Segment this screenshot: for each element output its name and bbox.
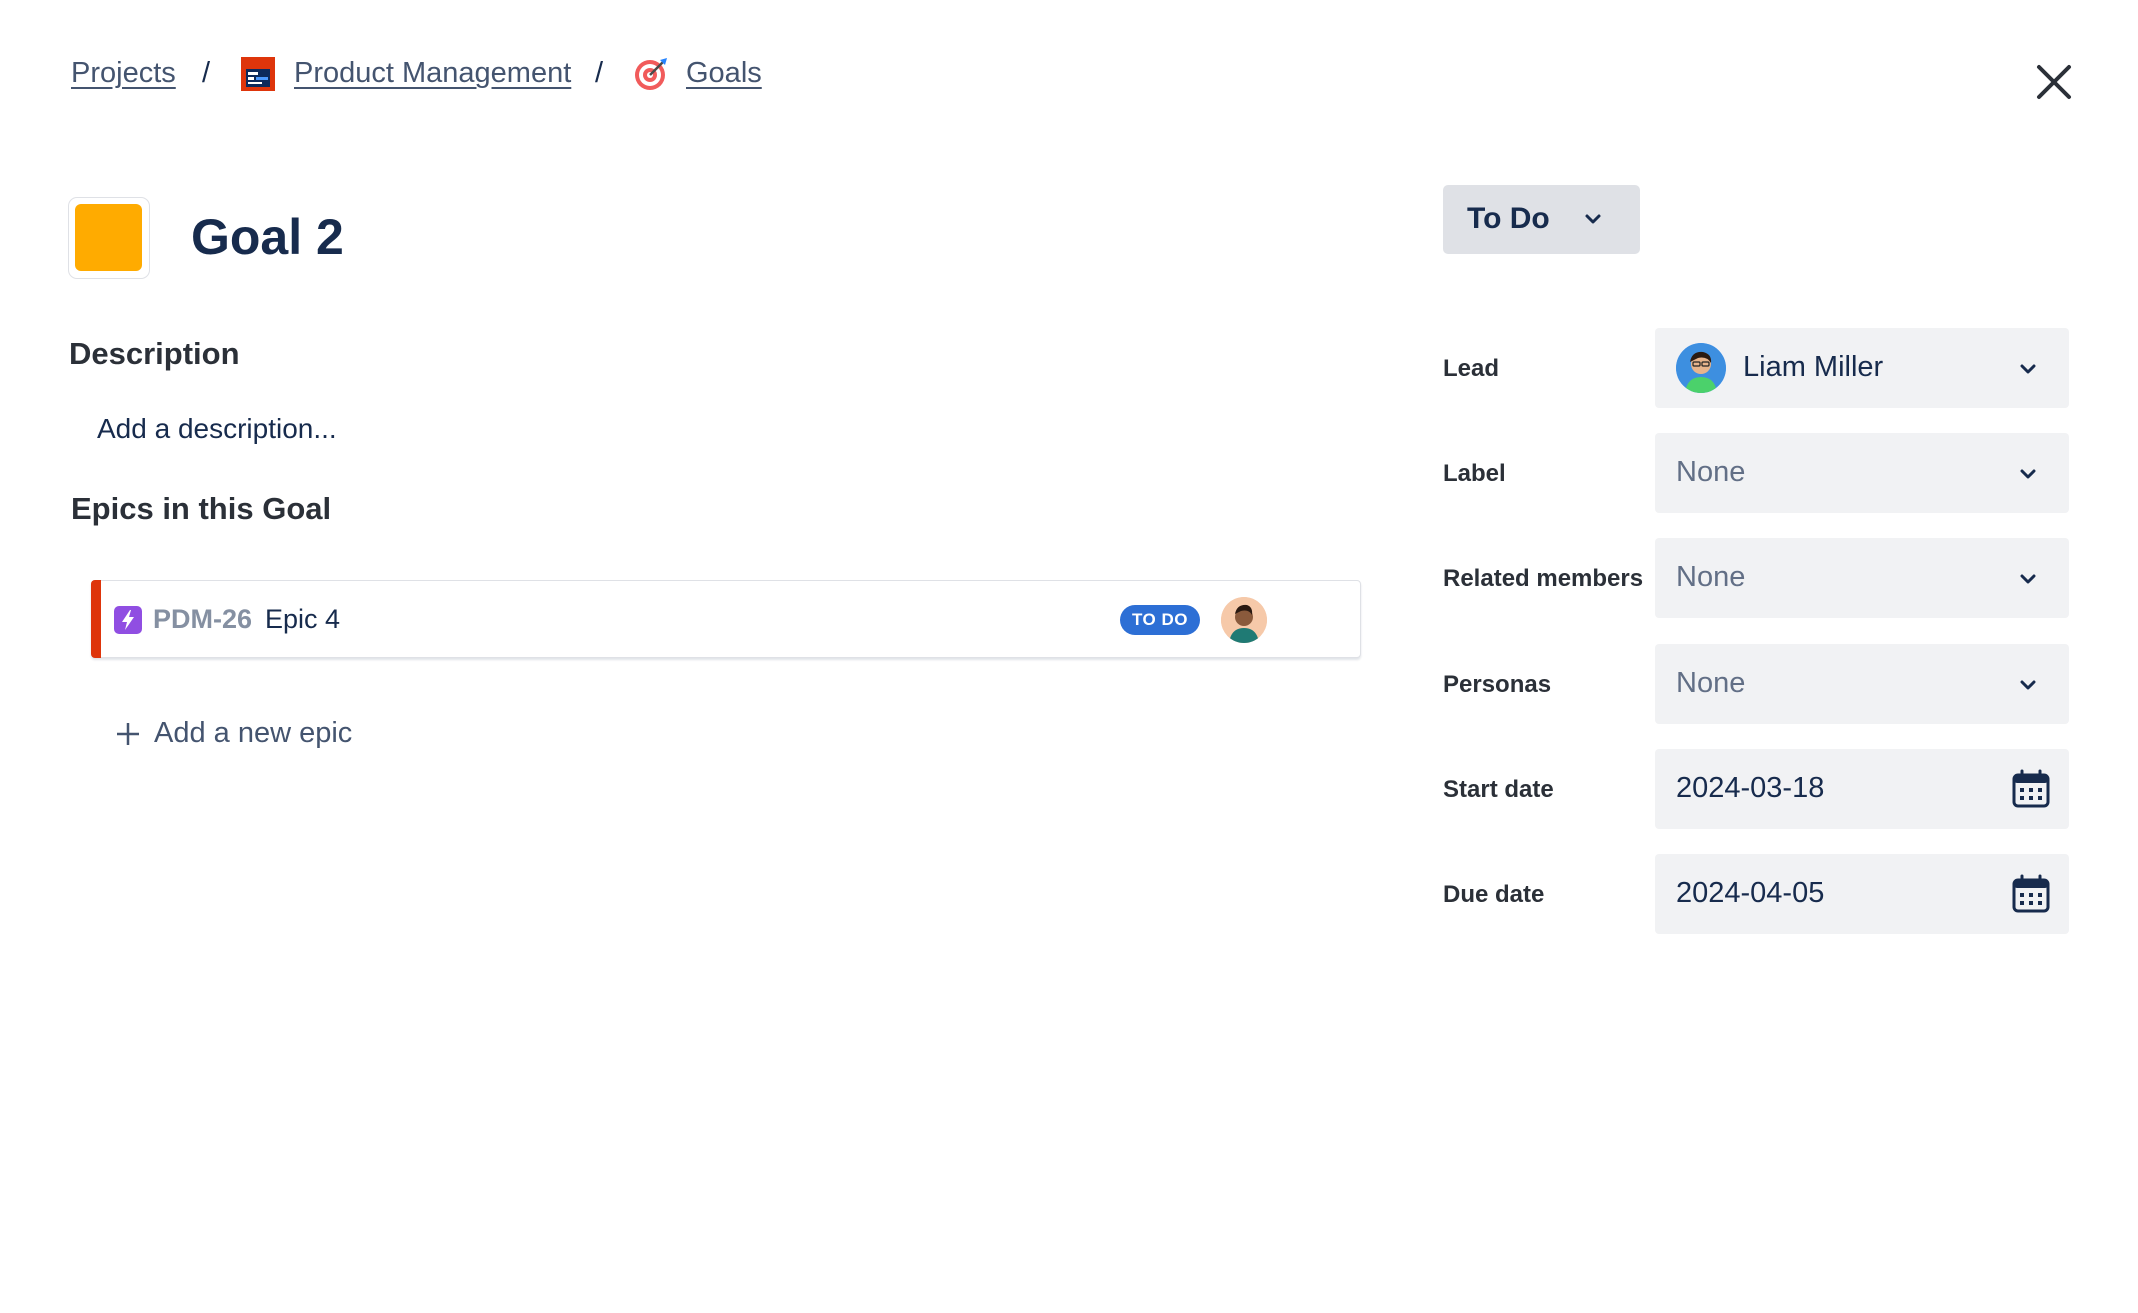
due-date-label: Due date [1443,881,1545,908]
lead-value: Liam Miller [1743,351,1884,383]
goal-color-fill [75,204,142,271]
epic-assignee-avatar[interactable] [1221,597,1267,643]
status-label: To Do [1467,202,1550,235]
label-value: None [1676,456,1746,488]
target-icon [633,56,669,92]
epic-status-badge: TO DO [1120,605,1200,635]
epic-key[interactable]: PDM-26 [153,604,252,635]
start-date-input[interactable]: 2024-03-18 [1655,749,2069,829]
related-members-value: None [1676,561,1746,593]
close-icon [2037,65,2071,99]
epic-name[interactable]: Epic 4 [265,604,340,635]
add-epic-label: Add a new epic [154,717,353,749]
due-date-value: 2024-04-05 [1676,877,1825,909]
goal-title[interactable]: Goal 2 [191,208,344,266]
epic-list-item[interactable]: PDM-26 Epic 4 TO DO [90,579,1361,658]
plus-icon [117,722,139,745]
chevron-down-icon [2020,574,2036,584]
start-date-value: 2024-03-18 [1676,772,1825,804]
breadcrumb-separator: / [202,57,211,89]
chevron-down-icon [2020,364,2036,374]
calendar-icon[interactable] [2011,874,2051,914]
due-date-input[interactable]: 2024-04-05 [1655,854,2069,934]
chevron-down-icon [2020,680,2036,690]
lead-select[interactable]: Liam Miller [1655,328,2069,408]
label-field-label: Label [1443,460,1506,487]
breadcrumb-project-link[interactable]: Product Management [294,57,571,90]
epics-heading: Epics in this Goal [71,491,332,526]
personas-select[interactable]: None [1655,644,2069,724]
start-date-label: Start date [1443,776,1554,803]
close-button[interactable] [2032,60,2076,104]
calendar-icon[interactable] [2011,769,2051,809]
lead-label: Lead [1443,355,1500,382]
personas-label: Personas [1443,671,1552,698]
description-heading: Description [69,336,240,371]
lightning-icon [114,606,142,634]
personas-value: None [1676,667,1746,699]
status-dropdown[interactable]: To Do [1443,185,1640,254]
breadcrumb-goals-link[interactable]: Goals [686,57,762,90]
related-members-select[interactable]: None [1655,538,2069,618]
breadcrumb-separator: / [595,57,604,89]
add-epic-button[interactable]: Add a new epic [114,717,352,750]
related-members-label: Related members [1443,565,1644,592]
chevron-down-icon [1585,214,1601,224]
label-select[interactable]: None [1655,433,2069,513]
project-board-icon [241,57,275,91]
chevron-down-icon [2020,469,2036,479]
description-input[interactable]: Add a description... [97,413,337,445]
epic-color-bar [90,579,101,658]
goal-color-swatch[interactable] [68,197,150,279]
breadcrumb-projects-link[interactable]: Projects [71,57,176,90]
lead-avatar [1676,343,1726,393]
